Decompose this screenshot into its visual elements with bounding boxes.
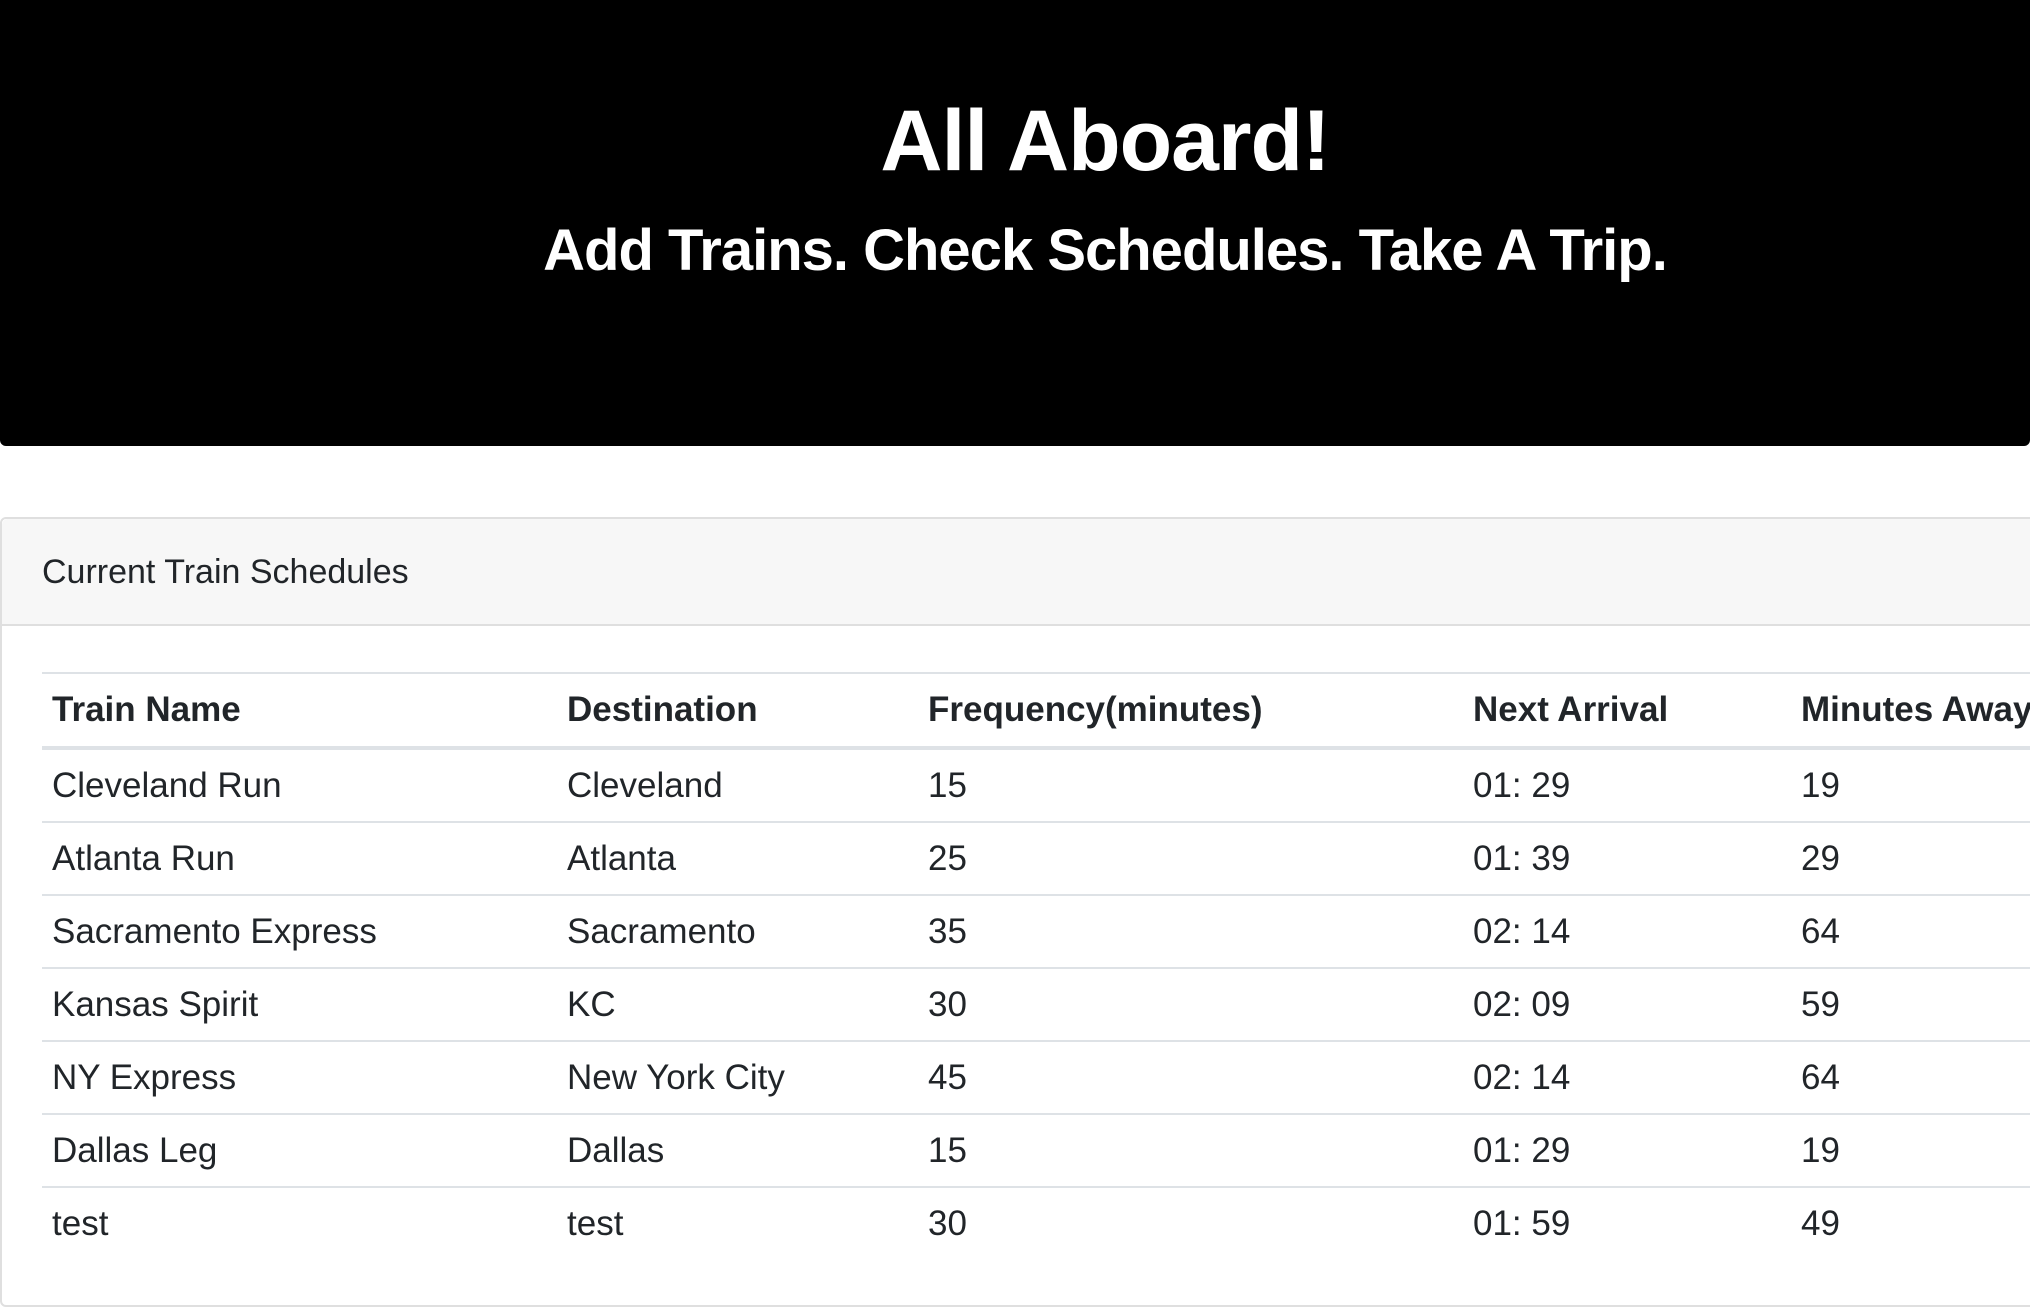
destination-cell: Dallas (557, 1113, 918, 1187)
header-jumbotron: All Aboard! Add Trains. Check Schedules.… (0, 0, 2030, 446)
page-title: All Aboard! (880, 93, 1330, 189)
destination-cell: New York City (557, 1040, 918, 1114)
column-header-frequency: Frequency(minutes) (918, 672, 1463, 750)
train-name-cell: Kansas Spirit (42, 967, 557, 1041)
frequency-cell: 15 (918, 1113, 1463, 1187)
next-arrival-cell: 01: 59 (1463, 1186, 1791, 1259)
next-arrival-cell: 01: 29 (1463, 1113, 1791, 1187)
minutes-away-cell: 59 (1791, 967, 2030, 1041)
table-row: NY Express New York City 45 02: 14 64 (42, 1040, 2030, 1114)
destination-cell: Atlanta (557, 821, 918, 895)
minutes-away-cell: 49 (1791, 1186, 2030, 1259)
column-header-destination: Destination (557, 672, 918, 750)
frequency-cell: 15 (918, 747, 1463, 822)
frequency-cell: 30 (918, 1186, 1463, 1259)
column-header-train-name: Train Name (42, 672, 557, 750)
table-header-row: Train Name Destination Frequency(minutes… (42, 672, 2030, 750)
column-header-minutes-away: Minutes Away (1791, 672, 2030, 750)
frequency-cell: 25 (918, 821, 1463, 895)
next-arrival-cell: 01: 39 (1463, 821, 1791, 895)
table-row: Kansas Spirit KC 30 02: 09 59 (42, 967, 2030, 1041)
minutes-away-cell: 29 (1791, 821, 2030, 895)
next-arrival-cell: 02: 09 (1463, 967, 1791, 1041)
train-name-cell: Atlanta Run (42, 821, 557, 895)
next-arrival-cell: 02: 14 (1463, 1040, 1791, 1114)
schedule-card: Current Train Schedules Train Name Desti… (0, 517, 2030, 1307)
next-arrival-cell: 01: 29 (1463, 747, 1791, 822)
table-row: Atlanta Run Atlanta 25 01: 39 29 (42, 821, 2030, 895)
next-arrival-cell: 02: 14 (1463, 894, 1791, 968)
destination-cell: KC (557, 967, 918, 1041)
table-row: test test 30 01: 59 49 (42, 1186, 2030, 1259)
minutes-away-cell: 64 (1791, 1040, 2030, 1114)
destination-cell: test (557, 1186, 918, 1259)
frequency-cell: 45 (918, 1040, 1463, 1114)
frequency-cell: 30 (918, 967, 1463, 1041)
train-name-cell: Sacramento Express (42, 894, 557, 968)
destination-cell: Sacramento (557, 894, 918, 968)
minutes-away-cell: 19 (1791, 1113, 2030, 1187)
train-name-cell: test (42, 1186, 557, 1259)
column-header-next-arrival: Next Arrival (1463, 672, 1791, 750)
destination-cell: Cleveland (557, 747, 918, 822)
minutes-away-cell: 19 (1791, 747, 2030, 822)
schedule-table: Train Name Destination Frequency(minutes… (42, 672, 2030, 1259)
train-name-cell: Dallas Leg (42, 1113, 557, 1187)
table-row: Dallas Leg Dallas 15 01: 29 19 (42, 1113, 2030, 1187)
train-name-cell: NY Express (42, 1040, 557, 1114)
page-subtitle: Add Trains. Check Schedules. Take A Trip… (543, 218, 1668, 283)
minutes-away-cell: 64 (1791, 894, 2030, 968)
schedule-card-header: Current Train Schedules (2, 519, 2030, 626)
train-name-cell: Cleveland Run (42, 747, 557, 822)
frequency-cell: 35 (918, 894, 1463, 968)
table-row: Cleveland Run Cleveland 15 01: 29 19 (42, 747, 2030, 822)
table-row: Sacramento Express Sacramento 35 02: 14 … (42, 894, 2030, 968)
